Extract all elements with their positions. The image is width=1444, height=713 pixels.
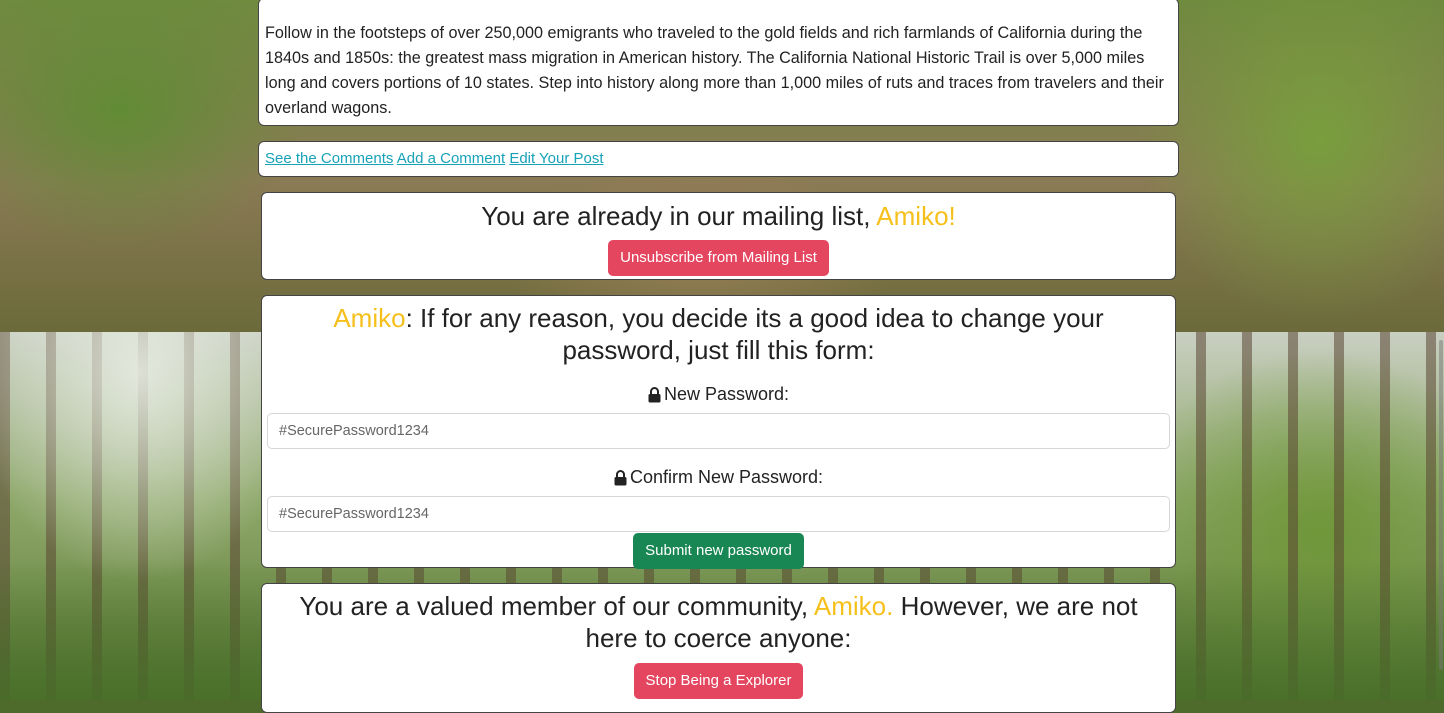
scrollbar-thumb[interactable]: [1439, 340, 1443, 670]
change-password-heading: Amiko: If for any reason, you decide its…: [302, 302, 1135, 366]
mailing-list-heading: You are already in our mailing list, Ami…: [262, 201, 1175, 231]
post-description: Follow in the footsteps of over 250,000 …: [265, 24, 1164, 117]
mailing-list-username: Amiko!: [876, 201, 956, 231]
new-password-label-text: New Password:: [663, 384, 790, 404]
membership-card: You are a valued member of our community…: [261, 583, 1176, 713]
submit-password-button[interactable]: Submit new password: [633, 533, 804, 569]
lock-icon: [648, 386, 661, 402]
new-password-label: New Password:: [262, 384, 1175, 405]
page-scrollbar[interactable]: [1436, 0, 1444, 700]
membership-message-start: You are a valued member of our community…: [299, 591, 809, 621]
change-password-username: Amiko: [333, 303, 406, 333]
membership-heading: You are a valued member of our community…: [292, 590, 1145, 654]
change-password-text: : If for any reason, you decide its a go…: [405, 303, 1104, 365]
confirm-password-input[interactable]: [267, 496, 1170, 532]
stop-membership-button[interactable]: Stop Being a Explorer: [633, 663, 804, 699]
post-links-bar: See the Comments Add a Comment Edit Your…: [258, 141, 1179, 177]
confirm-password-label: Confirm New Password:: [262, 467, 1175, 488]
change-password-card: Amiko: If for any reason, you decide its…: [261, 295, 1176, 569]
add-comment-link[interactable]: Add a Comment: [397, 150, 505, 167]
membership-username: Amiko.: [813, 591, 894, 621]
post-description-card: Follow in the footsteps of over 250,000 …: [258, 0, 1179, 126]
edit-post-link[interactable]: Edit Your Post: [509, 150, 603, 167]
new-password-input[interactable]: [267, 413, 1170, 449]
confirm-password-label-text: Confirm New Password:: [629, 467, 824, 487]
unsubscribe-button[interactable]: Unsubscribe from Mailing List: [608, 240, 829, 276]
see-comments-link[interactable]: See the Comments: [265, 150, 393, 167]
lock-icon: [614, 469, 627, 485]
mailing-list-card: You are already in our mailing list, Ami…: [261, 192, 1176, 280]
mailing-list-message: You are already in our mailing list,: [481, 201, 871, 231]
